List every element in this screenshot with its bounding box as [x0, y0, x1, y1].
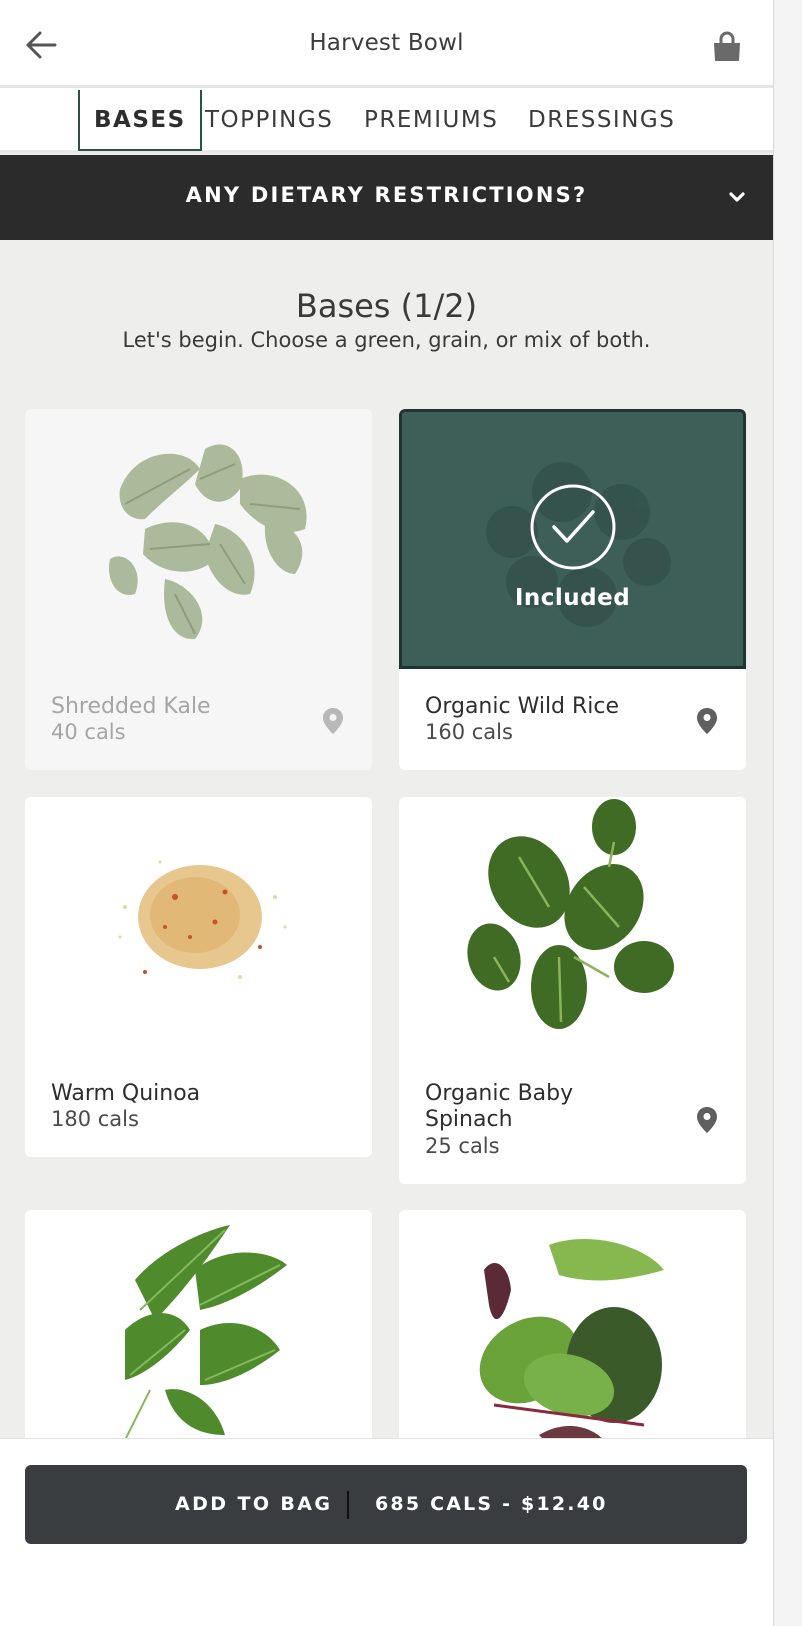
section-subtitle: Let's begin. Choose a green, grain, or m… [122, 328, 651, 352]
base-card-shredded-kale[interactable]: Shredded Kale 40 cals [25, 409, 372, 770]
card-calories: 180 cals [51, 1107, 139, 1131]
app-screen: Harvest Bowl BASES TOPPINGS PREMIUMS DRE… [0, 0, 773, 1626]
location-pin-icon[interactable] [322, 707, 344, 735]
top-header: Harvest Bowl [0, 0, 773, 88]
add-to-bag-label: ADD TO BAG [175, 1493, 333, 1515]
included-badge: Included [514, 585, 631, 611]
base-card-spring-mix[interactable] [399, 1210, 746, 1470]
shopping-bag-icon [714, 31, 740, 61]
base-card-warm-quinoa[interactable]: Warm Quinoa 180 cals [25, 797, 372, 1157]
card-calories: 25 cals [425, 1134, 500, 1158]
tab-bases[interactable]: BASES [78, 90, 202, 151]
add-to-bag-button[interactable]: ADD TO BAG 685 CALS - $12.40 [25, 1465, 747, 1544]
spinach-image [399, 797, 746, 1057]
page-title: Harvest Bowl [309, 30, 464, 56]
selected-overlay: Included [399, 409, 746, 669]
kale-image [25, 409, 372, 669]
bottom-bar: ADD TO BAG 685 CALS - $12.40 [0, 1438, 773, 1626]
bag-button[interactable] [707, 26, 747, 66]
category-tabs: BASES TOPPINGS PREMIUMS DRESSINGS [0, 88, 773, 153]
card-name: Shredded Kale [51, 694, 211, 719]
card-calories: 160 cals [425, 720, 513, 744]
tab-dressings[interactable]: DRESSINGS [514, 90, 689, 151]
arugula-image [25, 1210, 372, 1470]
dietary-restrictions-label: ANY DIETARY RESTRICTIONS? [185, 183, 588, 207]
order-summary: 685 CALS - $12.40 [375, 1493, 608, 1515]
dietary-restrictions-toggle[interactable]: ANY DIETARY RESTRICTIONS? [0, 155, 773, 240]
button-divider [347, 1491, 349, 1519]
tab-premiums[interactable]: PREMIUMS [350, 90, 512, 151]
card-name: Organic Baby Spinach [425, 1081, 574, 1132]
location-pin-icon[interactable] [696, 707, 718, 735]
quinoa-image [25, 797, 372, 1057]
chevron-down-icon [729, 192, 745, 202]
spring-mix-image [399, 1210, 746, 1470]
card-name: Organic Wild Rice [425, 694, 620, 719]
base-card-arugula[interactable] [25, 1210, 372, 1470]
scrollbar-gutter[interactable] [773, 0, 802, 1626]
section-title: Bases (1/2) [295, 287, 478, 325]
location-pin-icon[interactable] [696, 1106, 718, 1134]
base-card-organic-baby-spinach[interactable]: Organic Baby Spinach 25 cals [399, 797, 746, 1184]
card-name: Warm Quinoa [51, 1081, 201, 1106]
card-calories: 40 cals [51, 720, 126, 744]
tab-toppings[interactable]: TOPPINGS [191, 90, 347, 151]
base-card-organic-wild-rice[interactable]: Included Organic Wild Rice 160 cals [399, 409, 746, 770]
